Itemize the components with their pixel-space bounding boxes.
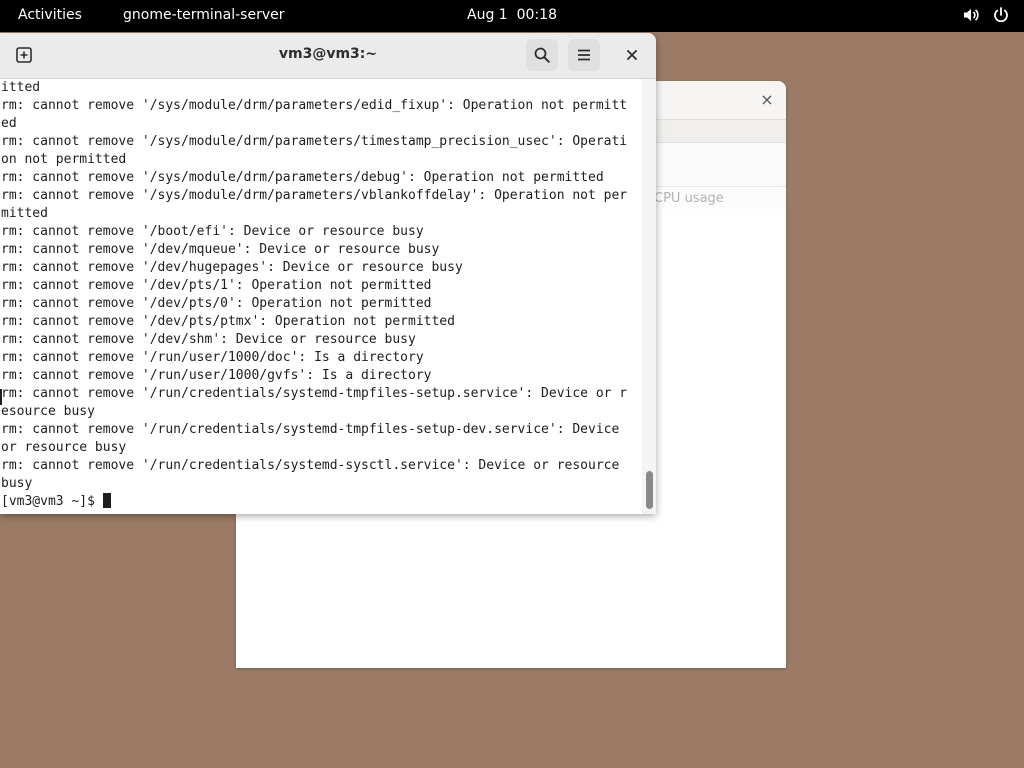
terminal-cursor [102,493,111,508]
terminal-line: mitted [1,206,48,221]
terminal-line: rm: cannot remove '/sys/module/drm/param… [1,134,628,149]
desktop: Activities gnome-terminal-server Aug 1 0… [0,0,1024,768]
close-button[interactable] [616,39,648,71]
terminal-line: rm: cannot remove '/dev/pts/1': Operatio… [1,278,432,293]
new-tab-icon [16,47,32,63]
terminal-line: rm: cannot remove '/run/credentials/syst… [1,386,628,401]
hamburger-menu-icon [578,49,590,61]
terminal-line: rm: cannot remove '/sys/module/drm/param… [1,170,604,185]
power-icon[interactable] [992,6,1010,24]
system-tray[interactable] [962,6,1010,24]
terminal-line: rm: cannot remove '/dev/pts/ptmx': Opera… [1,314,455,329]
terminal-scrollbar[interactable] [642,79,656,514]
terminal-line: rm: cannot remove '/boot/efi': Device or… [1,224,424,239]
terminal-line: rm: cannot remove '/sys/module/drm/param… [1,188,628,203]
clock-time[interactable]: 00:18 [517,7,557,23]
shell-prompt: [vm3@vm3 ~]$ [1,494,103,509]
terminal-window[interactable]: vm3@vm3:~ itted rm: cannot remove '/sys/m… [0,33,656,514]
search-button[interactable] [526,39,558,71]
terminal-content[interactable]: itted rm: cannot remove '/sys/module/drm/… [0,79,642,514]
terminal-line: ed [1,116,17,131]
prompt-line[interactable]: [vm3@vm3 ~]$ [1,493,627,511]
terminal-line: or resource busy [1,440,127,455]
search-icon [534,47,550,63]
cpu-usage-column-header[interactable]: CPU usage [654,191,724,206]
app-menu[interactable]: gnome-terminal-server [123,7,284,23]
scrollbar-thumb[interactable] [646,471,653,509]
terminal-line: esource busy [1,404,95,419]
terminal-output: itted rm: cannot remove '/sys/module/drm/… [1,79,627,511]
clock-date[interactable]: Aug 1 [467,7,508,23]
terminal-line: rm: cannot remove '/dev/hugepages': Devi… [1,260,463,275]
terminal-line: busy [1,476,33,491]
terminal-line: rm: cannot remove '/run/credentials/syst… [1,458,620,473]
new-tab-button[interactable] [8,39,40,71]
terminal-line: rm: cannot remove '/run/user/1000/gvfs':… [1,368,432,383]
terminal-line: rm: cannot remove '/run/user/1000/doc': … [1,350,424,365]
text-cursor-icon [0,389,2,405]
terminal-line: rm: cannot remove '/run/credentials/syst… [1,422,620,437]
terminal-line: itted [1,80,41,95]
background-window-close-icon[interactable]: × [758,91,776,109]
terminal-line: rm: cannot remove '/dev/shm': Device or … [1,332,416,347]
menu-button[interactable] [568,39,600,71]
activities-button[interactable]: Activities [18,7,82,23]
top-bar: Activities gnome-terminal-server Aug 1 0… [0,0,1024,32]
terminal-line: rm: cannot remove '/sys/module/drm/param… [1,98,628,113]
terminal-line: rm: cannot remove '/dev/mqueue': Device … [1,242,440,257]
volume-icon[interactable] [962,6,980,24]
close-icon [627,50,637,60]
window-title-text: vm3@vm3:~ [278,46,378,62]
terminal-line: on not permitted [1,152,127,167]
terminal-line: rm: cannot remove '/dev/pts/0': Operatio… [1,296,432,311]
